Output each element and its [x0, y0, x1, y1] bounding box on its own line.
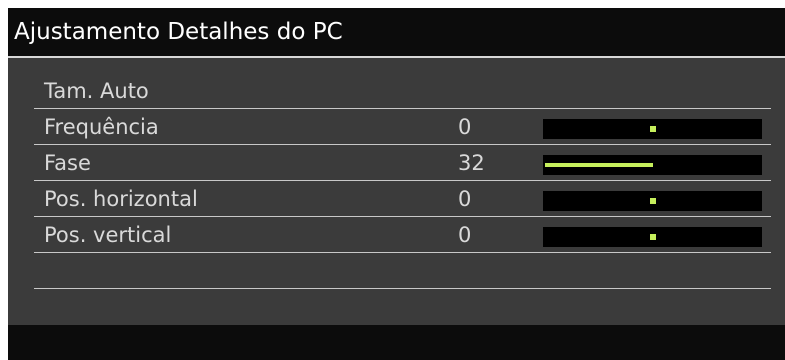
phase-slider[interactable]: [543, 155, 762, 175]
v-position-value: 0: [458, 223, 472, 247]
h-position-value: 0: [458, 187, 472, 211]
divider: [34, 216, 771, 217]
menu-item-auto-size[interactable]: Tam. Auto: [34, 74, 771, 108]
phase-value: 32: [458, 151, 485, 175]
slider-marker: [650, 234, 656, 240]
divider: [34, 288, 771, 289]
frequency-slider[interactable]: [543, 119, 762, 139]
slider-marker: [650, 198, 656, 204]
divider: [34, 144, 771, 145]
frequency-value: 0: [458, 115, 472, 139]
menu-item-label: Pos. horizontal: [44, 187, 198, 211]
h-position-slider[interactable]: [543, 191, 762, 211]
divider: [34, 180, 771, 181]
osd-menu-panel: Ajustamento Detalhes do PC Tam. Auto Fre…: [8, 8, 785, 360]
slider-marker: [650, 126, 656, 132]
bottom-bar: [8, 325, 785, 360]
v-position-slider[interactable]: [543, 227, 762, 247]
divider: [34, 108, 771, 109]
divider: [34, 252, 771, 253]
menu-item-frequency[interactable]: Frequência 0: [34, 110, 771, 144]
menu-item-label: Frequência: [44, 115, 159, 139]
menu-item-h-position[interactable]: Pos. horizontal 0: [34, 182, 771, 216]
menu-item-label: Tam. Auto: [44, 79, 149, 103]
menu-title: Ajustamento Detalhes do PC: [14, 19, 343, 45]
menu-item-phase[interactable]: Fase 32: [34, 146, 771, 180]
menu-item-label: Pos. vertical: [44, 223, 172, 247]
slider-fill: [545, 163, 653, 167]
menu-item-v-position[interactable]: Pos. vertical 0: [34, 218, 771, 252]
title-bar: Ajustamento Detalhes do PC: [8, 8, 785, 58]
menu-item-label: Fase: [44, 151, 91, 175]
